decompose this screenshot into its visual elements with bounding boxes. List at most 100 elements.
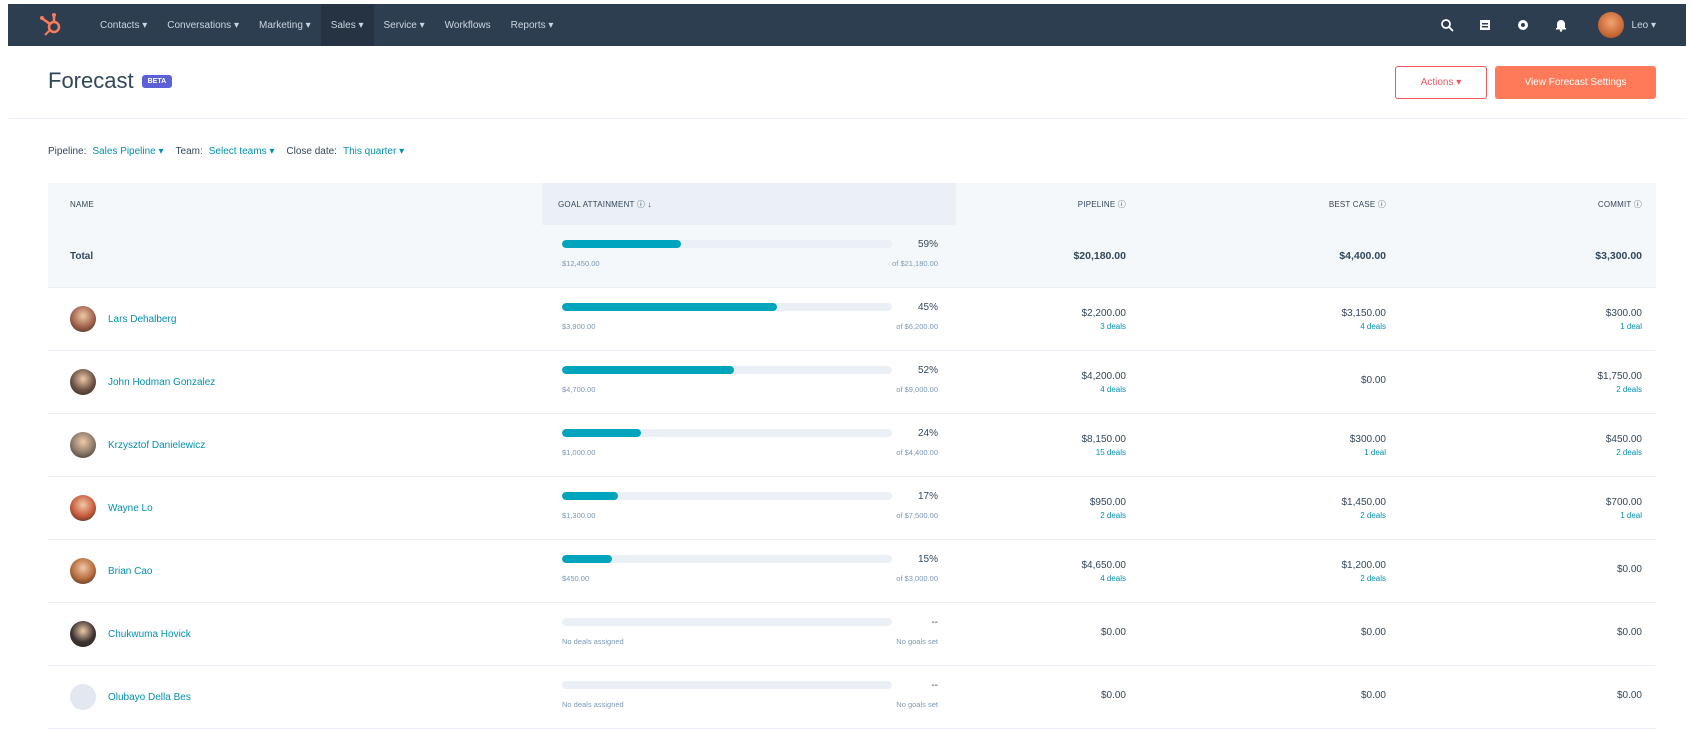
goal-percent: -- <box>931 616 938 628</box>
goal-cell: 17% $1,300.00 of $7,500.00 <box>562 489 938 520</box>
rep-name-link[interactable]: Chukwuma Hovick <box>108 629 191 640</box>
commit-deals-link[interactable]: 2 deals <box>1616 448 1642 457</box>
achieved-amount: $3,900.00 <box>562 322 596 331</box>
pipeline-filter-dropdown[interactable]: Sales Pipeline ▾ <box>92 146 163 157</box>
filter-bar: Pipeline: Sales Pipeline ▾ Team: Select … <box>48 146 416 157</box>
hubspot-logo-icon[interactable] <box>36 10 66 40</box>
goal-percent: 59% <box>917 238 938 250</box>
nav-reports[interactable]: Reports ▾ <box>501 4 564 46</box>
nav-marketing[interactable]: Marketing ▾ <box>249 4 321 46</box>
commit-deals-link[interactable]: 2 deals <box>1616 385 1642 394</box>
best-case-deals-link[interactable]: 1 deal <box>1364 448 1386 457</box>
progress-bar-track <box>562 681 892 689</box>
avatar <box>70 684 96 710</box>
avatar <box>70 369 96 395</box>
rep-name-link[interactable]: Lars Dehalberg <box>108 314 176 325</box>
team-filter-dropdown[interactable]: Select teams ▾ <box>209 146 275 157</box>
goal-percent: 52% <box>917 364 938 376</box>
view-forecast-settings-button[interactable]: View Forecast Settings <box>1495 66 1656 99</box>
column-header-pipeline[interactable]: PIPELINE ⓘ <box>1078 199 1126 210</box>
pipeline-amount: $2,200.00 <box>1081 307 1127 319</box>
pipeline-deals-link[interactable]: 3 deals <box>1100 322 1126 331</box>
column-header-goal-label: GOAL ATTAINMENT ⓘ ↓ <box>558 199 652 209</box>
column-header-commit[interactable]: COMMIT ⓘ <box>1598 199 1642 210</box>
rep-name-link[interactable]: Wayne Lo <box>108 503 153 514</box>
forecast-table: NAME GOAL ATTAINMENT ⓘ ↓ PIPELINE ⓘ BEST… <box>48 183 1656 729</box>
pipeline-deals-link[interactable]: 2 deals <box>1100 511 1126 520</box>
table-header: NAME GOAL ATTAINMENT ⓘ ↓ PIPELINE ⓘ BEST… <box>48 183 1656 225</box>
close-date-filter-dropdown[interactable]: This quarter ▾ <box>343 146 404 157</box>
pipeline-amount: $8,150.00 <box>1081 433 1127 445</box>
nav-service[interactable]: Service ▾ <box>374 4 435 46</box>
best-case-deals-link[interactable]: 2 deals <box>1360 511 1386 520</box>
best-case-deals-link[interactable]: 4 deals <box>1360 322 1386 331</box>
pipeline-cell: $4,200.00 4 deals <box>1082 351 1127 413</box>
progress-bar-fill <box>562 429 642 437</box>
rep-name-link[interactable]: John Hodman Gonzalez <box>108 377 215 388</box>
goal-cell: 15% $450.00 of $3,000.00 <box>562 552 938 583</box>
commit-cell: $0.00 <box>1617 603 1642 665</box>
pipeline-cell: $0.00 <box>1101 603 1126 665</box>
pipeline-deals-link[interactable]: 15 deals <box>1096 448 1126 457</box>
best-case-cell: $0.00 <box>1361 351 1386 413</box>
commit-cell: $700.00 1 deal <box>1606 477 1642 539</box>
pipeline-deals-link[interactable]: 4 deals <box>1100 574 1126 583</box>
nav-workflows[interactable]: Workflows <box>435 4 501 46</box>
best-case-amount: $300.00 <box>1349 433 1386 445</box>
best-case-amount: $0.00 <box>1360 627 1386 638</box>
search-icon[interactable] <box>1439 17 1455 33</box>
table-row: Brian Cao 15% $450.00 of $3,000.00 $4,650.00… <box>48 540 1656 603</box>
avatar <box>70 621 96 647</box>
column-header-goal-attainment[interactable]: GOAL ATTAINMENT ⓘ ↓ <box>542 183 956 225</box>
rep-name-link[interactable]: Olubayo Della Bes <box>108 692 191 703</box>
column-header-best-case[interactable]: BEST CASE ⓘ <box>1329 199 1386 210</box>
commit-amount: $3,300.00 <box>1595 250 1642 262</box>
goal-cell: -- No deals assigned No goals set <box>562 615 938 646</box>
goal-amount: of $9,000.00 <box>896 385 938 394</box>
top-navigation: Contacts ▾ Conversations ▾ Marketing ▾ S… <box>8 4 1686 46</box>
pipeline-deals-link[interactable]: 4 deals <box>1100 385 1126 394</box>
commit-amount: $0.00 <box>1616 627 1642 638</box>
actions-button[interactable]: Actions ▾ <box>1395 66 1487 99</box>
pipeline-cell: $8,150.00 15 deals <box>1082 414 1127 476</box>
best-case-deals-link[interactable]: 2 deals <box>1360 574 1386 583</box>
progress-bar-track <box>562 555 892 563</box>
nav-sales[interactable]: Sales ▾ <box>320 4 374 46</box>
pipeline-amount: $4,200.00 <box>1081 370 1127 382</box>
column-header-name[interactable]: NAME <box>70 200 94 209</box>
settings-gear-icon[interactable] <box>1515 17 1531 33</box>
progress-bar-track <box>562 618 892 626</box>
rep-name-link[interactable]: Brian Cao <box>108 566 152 577</box>
best-case-amount: $3,150.00 <box>1341 307 1387 319</box>
marketplace-icon[interactable] <box>1477 17 1493 33</box>
nav-conversations[interactable]: Conversations ▾ <box>157 4 249 46</box>
goal-cell: 24% $1,000.00 of $4,400.00 <box>562 426 938 457</box>
user-menu[interactable]: Leo ▾ <box>1632 20 1656 31</box>
user-avatar[interactable] <box>1597 12 1624 38</box>
rep-name-link[interactable]: Krzysztof Danielewicz <box>108 440 205 451</box>
table-row: Lars Dehalberg 45% $3,900.00 of $6,200.00 $2… <box>48 288 1656 351</box>
pipeline-cell: $20,180.00 <box>1073 225 1126 287</box>
best-case-amount: $0.00 <box>1360 375 1386 386</box>
best-case-cell: $1,200.00 2 deals <box>1342 540 1387 602</box>
table-row: Olubayo Della Bes -- No deals assigned No g… <box>48 666 1656 729</box>
goal-amount: of $4,400.00 <box>896 448 938 457</box>
best-case-amount: $4,400.00 <box>1339 250 1386 262</box>
goal-cell: -- No deals assigned No goals set <box>562 678 938 709</box>
nav-contacts[interactable]: Contacts ▾ <box>90 4 157 46</box>
notifications-bell-icon[interactable] <box>1553 17 1569 33</box>
commit-deals-link[interactable]: 1 deal <box>1620 511 1642 520</box>
commit-deals-link[interactable]: 1 deal <box>1620 322 1642 331</box>
progress-bar-fill <box>562 555 612 563</box>
beta-badge: BETA <box>141 74 173 88</box>
progress-bar-fill <box>562 492 619 500</box>
pipeline-amount: $20,180.00 <box>1073 250 1126 262</box>
page-title-text: Forecast <box>48 68 134 93</box>
total-label: Total <box>70 225 93 287</box>
best-case-cell: $300.00 1 deal <box>1350 414 1386 476</box>
commit-amount: $0.00 <box>1616 564 1642 575</box>
goal-percent: 45% <box>917 301 938 313</box>
header-divider <box>8 118 1686 119</box>
goal-percent: 15% <box>917 553 938 565</box>
name-cell: Brian Cao <box>70 540 152 602</box>
